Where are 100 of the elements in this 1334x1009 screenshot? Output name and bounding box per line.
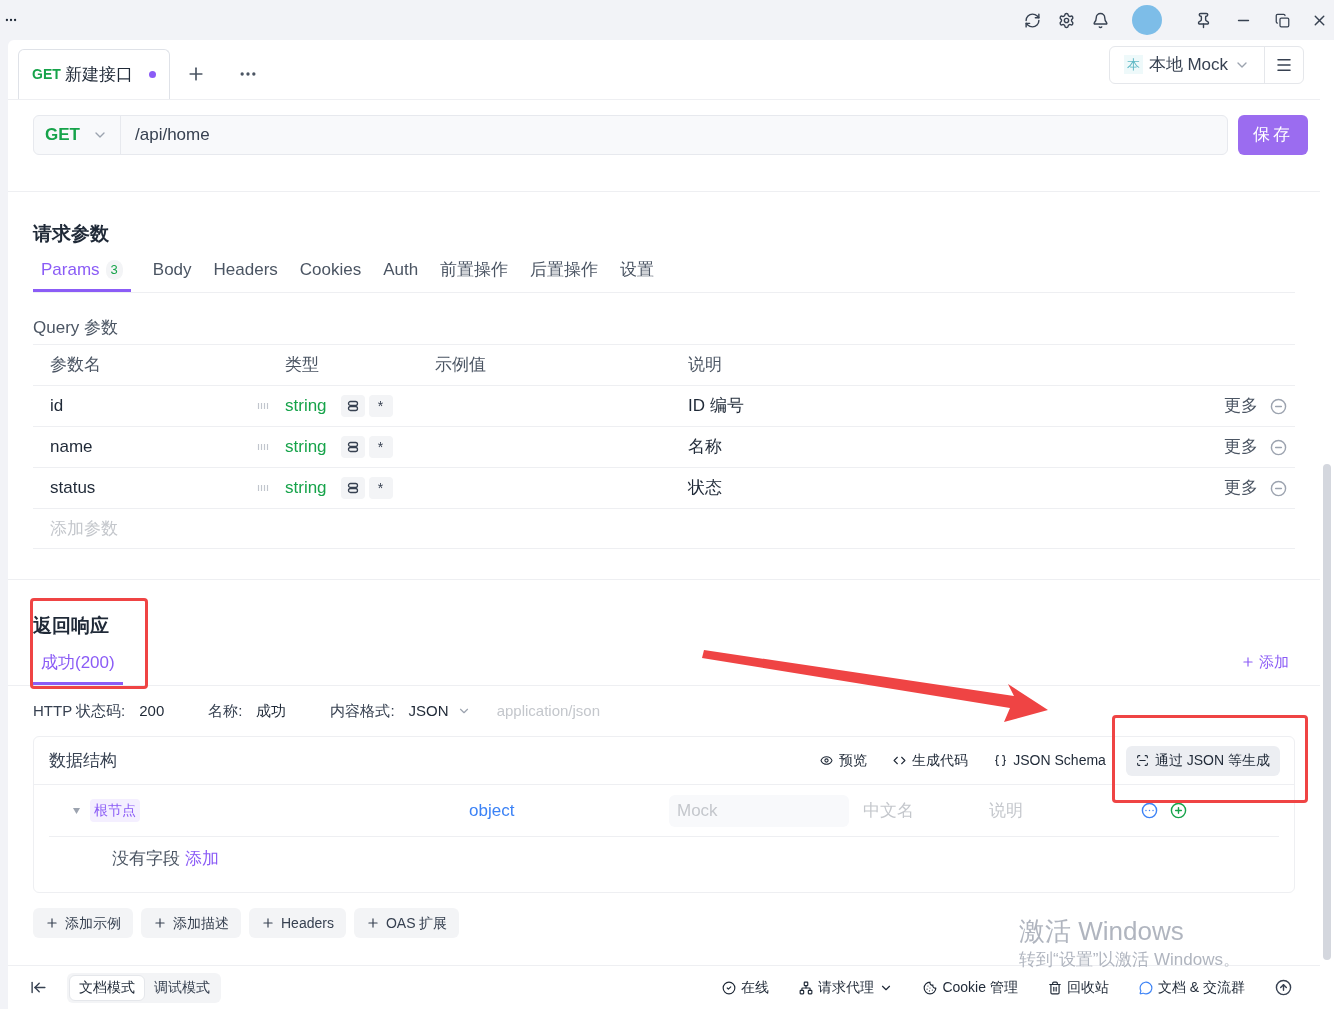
empty-fields-text: 没有字段: [112, 848, 180, 871]
status-bar-item[interactable]: 在线: [722, 977, 770, 998]
add-response-button[interactable]: 添加: [1241, 650, 1289, 673]
chat-icon: [1138, 980, 1153, 995]
url-field[interactable]: GET /api/home: [33, 115, 1228, 155]
trash-icon: [1047, 980, 1062, 995]
field-label: 内容格式:: [330, 700, 395, 721]
schema-tool-button[interactable]: 通过 JSON 等生成: [1125, 745, 1280, 776]
tab-title: 新建接口: [64, 63, 133, 86]
plus-icon: [1241, 654, 1255, 669]
section-title: 请求参数: [33, 222, 110, 246]
param-description: 状态: [688, 477, 722, 500]
status-bar-item[interactable]: 请求代理: [799, 977, 894, 998]
cookie-icon: [923, 980, 938, 995]
params-tab[interactable]: Headers: [213, 257, 278, 292]
restore-icon[interactable]: [1275, 12, 1290, 28]
field-label: HTTP 状态码:: [33, 700, 126, 721]
param-description: 名称: [688, 436, 722, 459]
toggle-icon: [346, 482, 359, 494]
description-field[interactable]: 说明: [985, 797, 1135, 824]
param-description: ID 编号: [688, 395, 744, 418]
toggle-icon: [346, 400, 359, 412]
response-name: 成功: [256, 700, 287, 721]
params-tab[interactable]: 前置操作: [440, 257, 509, 292]
code-icon: [893, 754, 907, 767]
online-icon: [722, 980, 737, 995]
status-bar-item[interactable]: Cookie 管理: [923, 977, 1018, 998]
environment-badge: 本: [1123, 54, 1143, 75]
format-select[interactable]: JSON: [408, 699, 471, 723]
more-link[interactable]: 更多: [1224, 434, 1258, 460]
mode-toggle[interactable]: 调试模式: [145, 974, 219, 1001]
proxy-icon: [799, 980, 814, 995]
plus-icon: [365, 916, 380, 930]
schema-tool-button[interactable]: 生成代码: [887, 745, 975, 776]
params-tab[interactable]: Auth: [383, 257, 419, 292]
add-field-link[interactable]: 添加: [185, 846, 219, 872]
plus-icon: [153, 916, 167, 930]
chinese-name-field[interactable]: 中文名: [855, 797, 985, 824]
param-name: id: [50, 395, 64, 418]
type-options-button[interactable]: [340, 477, 365, 499]
param-name: name: [50, 436, 93, 459]
content-type: application/json: [496, 700, 601, 721]
column-header: 类型: [285, 345, 435, 386]
request-tab[interactable]: GET 新建接口: [18, 49, 170, 99]
plus-icon: [261, 916, 275, 930]
add-option-button[interactable]: OAS 扩展: [353, 908, 460, 938]
mode-toggle[interactable]: 文档模式: [69, 974, 145, 1001]
card-title: 数据结构: [49, 749, 117, 772]
params-tab[interactable]: Cookies: [299, 257, 362, 292]
count-badge: 3: [105, 260, 123, 280]
param-type: string: [285, 436, 327, 459]
field-label: 名称:: [208, 700, 243, 721]
add-option-button[interactable]: 添加描述: [141, 908, 241, 938]
type-options-button[interactable]: [340, 395, 365, 417]
pin-icon[interactable]: [1195, 11, 1212, 29]
more-link[interactable]: 更多: [1224, 393, 1258, 419]
save-button[interactable]: 保存: [1238, 115, 1308, 155]
params-tab[interactable]: Params 3: [33, 257, 131, 292]
param-name: status: [50, 477, 96, 500]
status-bar-item[interactable]: 回收站: [1047, 977, 1109, 998]
column-header: 示例值: [435, 345, 688, 386]
add-option-button[interactable]: Headers: [249, 908, 346, 938]
refresh-icon[interactable]: [1024, 11, 1041, 29]
subsection-title: Query 参数: [33, 301, 1295, 345]
params-tab[interactable]: 后置操作: [530, 257, 599, 292]
plus-icon: [45, 916, 59, 930]
activation-watermark-text: 转到“设置”以激活 Windows。: [1019, 949, 1240, 971]
bell-icon[interactable]: [1092, 11, 1109, 29]
column-header: 说明: [688, 345, 1295, 386]
method-label: GET: [32, 65, 61, 84]
more-options-icon[interactable]: [1141, 802, 1158, 819]
drag-handle-icon: [257, 485, 269, 491]
status-bar-item[interactable]: 文档 & 交流群: [1138, 977, 1245, 998]
required-toggle[interactable]: *: [368, 436, 393, 458]
param-type: string: [285, 477, 327, 500]
status-code: 200: [139, 700, 165, 721]
toggle-icon: [346, 441, 359, 453]
activation-watermark-title: 激活 Windows: [1019, 915, 1185, 947]
required-toggle[interactable]: *: [368, 395, 393, 417]
node-type: object: [469, 799, 516, 822]
param-type: string: [285, 395, 327, 418]
update-icon[interactable]: [1275, 979, 1292, 996]
column-header: 参数名: [33, 345, 285, 386]
drag-handle-icon: [257, 403, 269, 409]
scrollbar-thumb[interactable]: [1323, 464, 1331, 960]
response-tab[interactable]: 成功(200): [33, 650, 123, 685]
settings-icon[interactable]: [1058, 11, 1075, 29]
params-tab[interactable]: Body: [152, 257, 192, 292]
add-option-button[interactable]: 添加示例: [33, 908, 133, 938]
required-toggle[interactable]: *: [368, 477, 393, 499]
schema-tool-button[interactable]: JSON Schema: [988, 745, 1112, 776]
more-link[interactable]: 更多: [1224, 475, 1258, 501]
type-options-button[interactable]: [340, 436, 365, 458]
params-tab[interactable]: 设置: [620, 257, 655, 292]
collapse-sidebar-icon[interactable]: [30, 979, 47, 996]
schema-tool-button[interactable]: 预览: [814, 745, 874, 776]
section-title: 返回响应: [33, 614, 110, 638]
add-field-icon[interactable]: [1170, 802, 1187, 819]
root-node-tag: 根节点: [90, 799, 140, 822]
drag-handle-icon: [257, 444, 269, 450]
